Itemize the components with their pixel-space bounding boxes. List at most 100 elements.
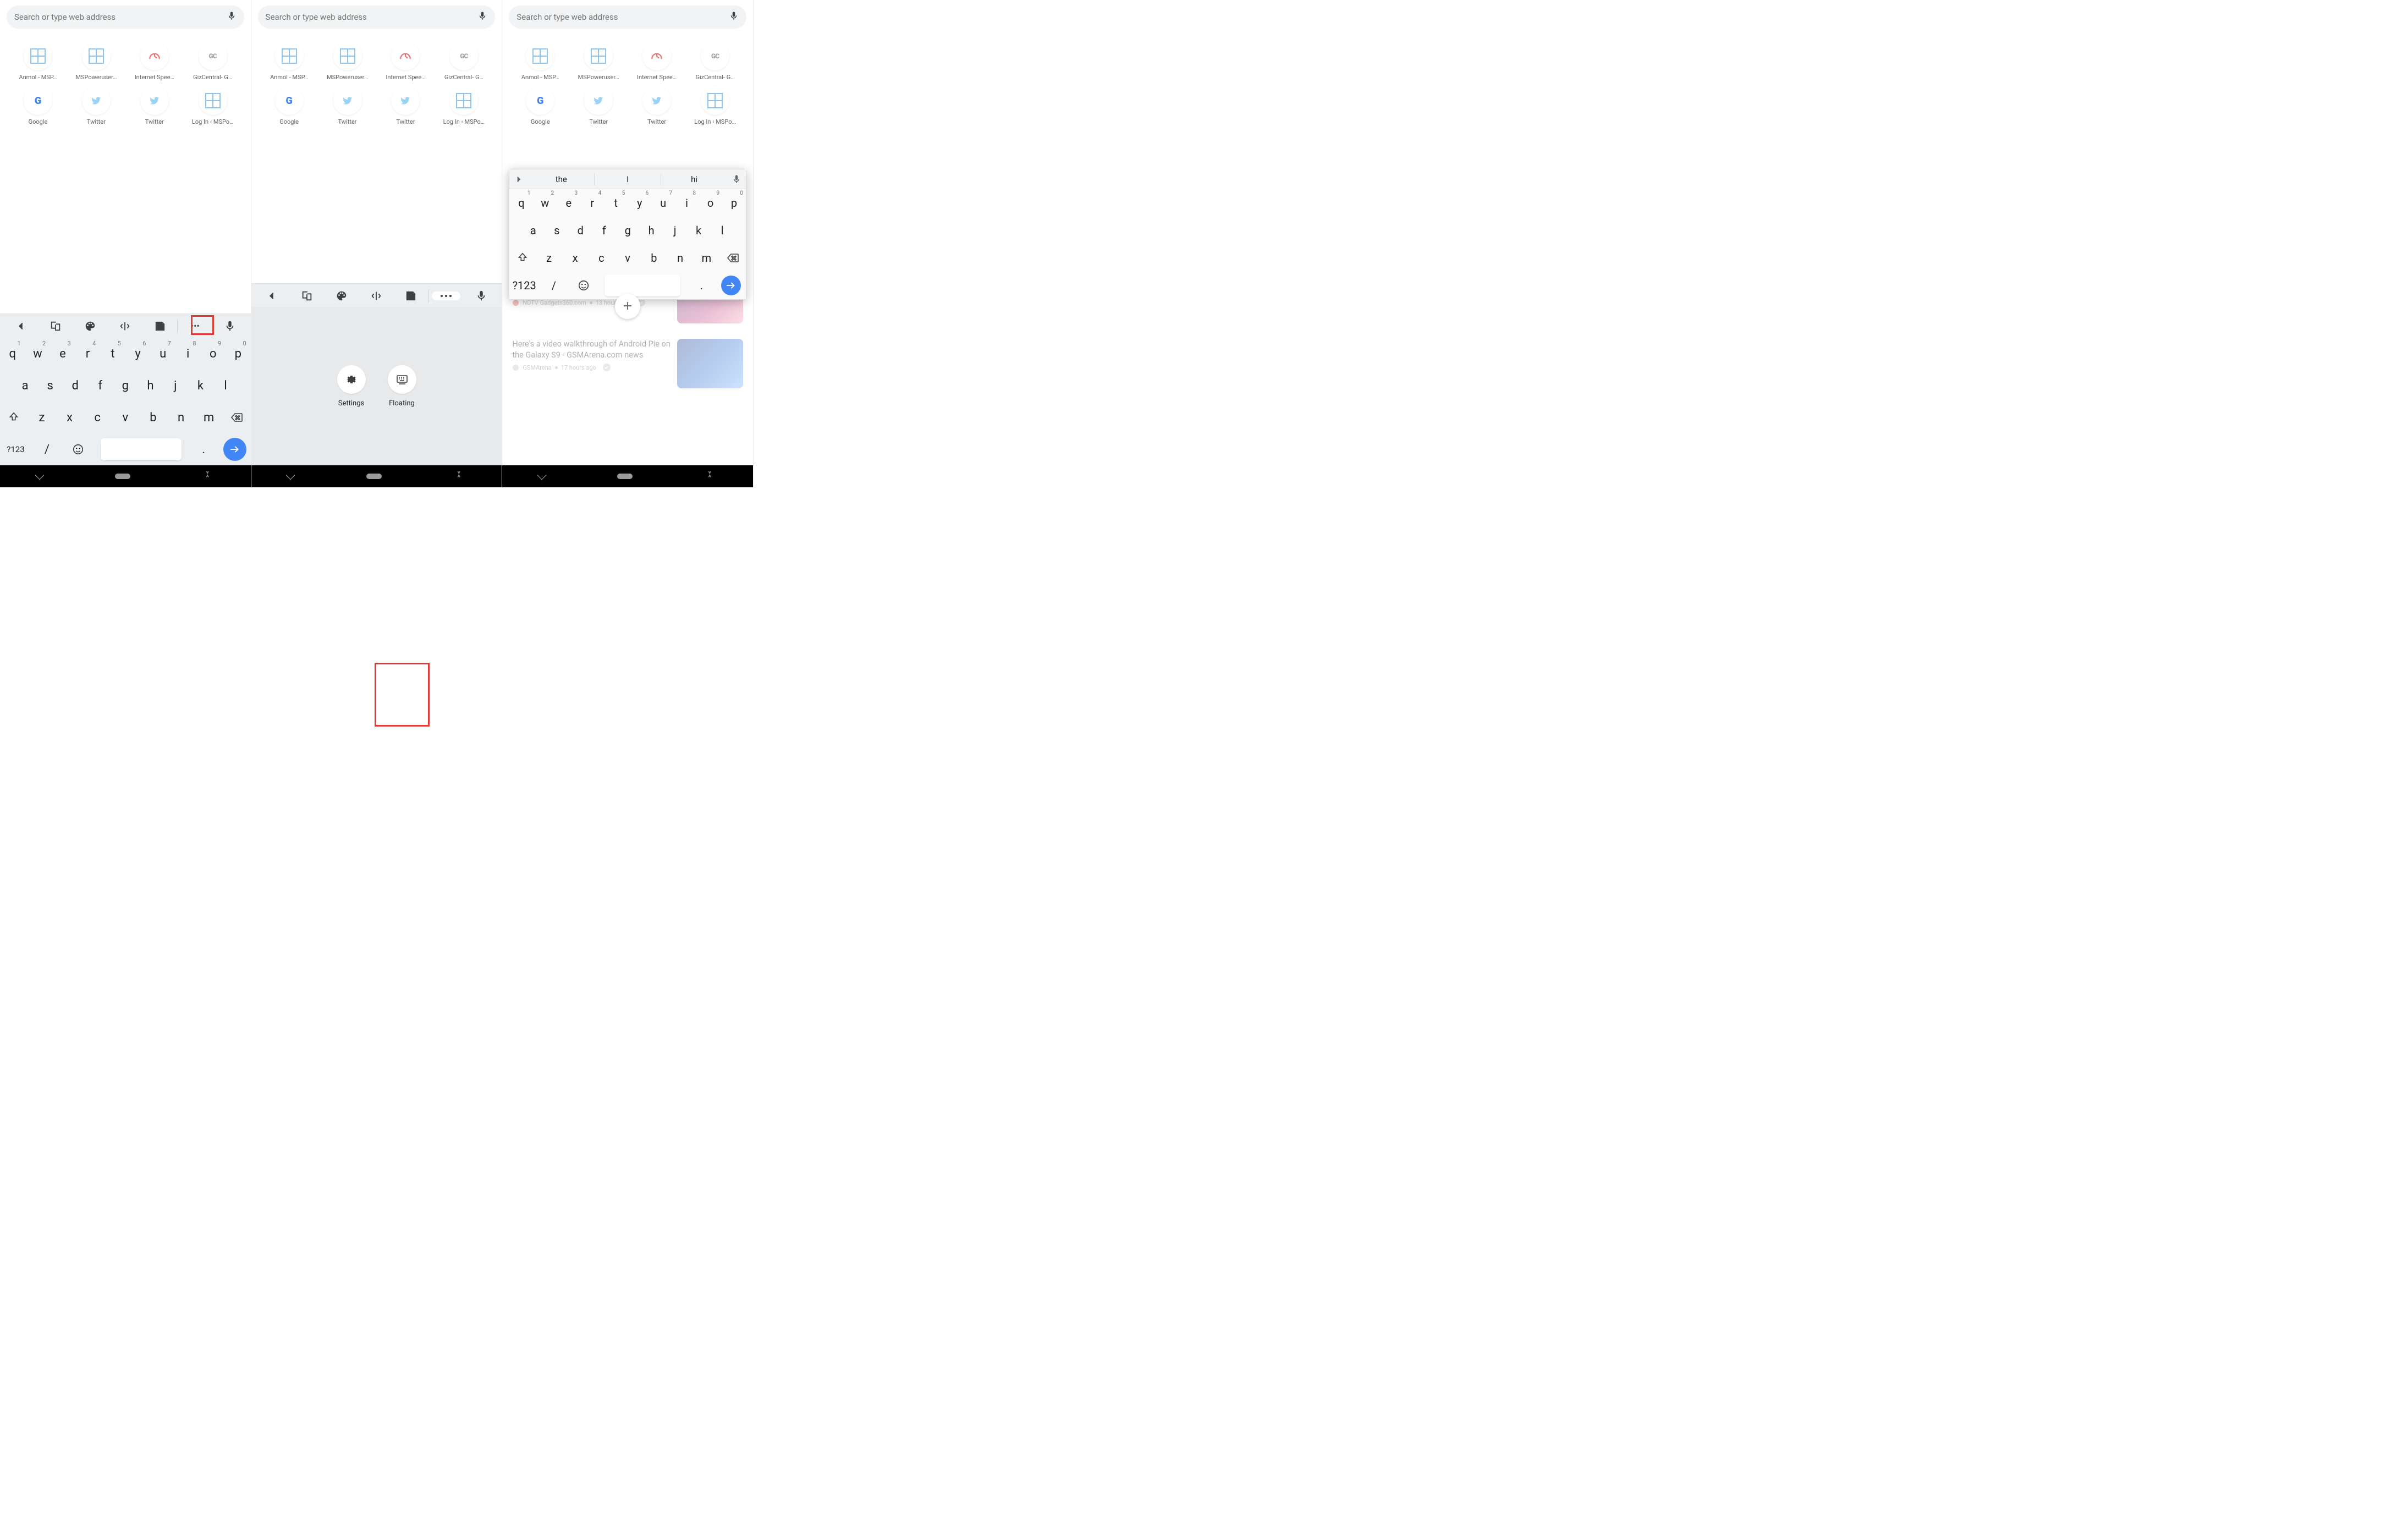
slash-key[interactable]: / [539,272,569,299]
nav-back-icon[interactable] [287,474,294,479]
site-tile[interactable]: Anmol - MSP… [11,42,65,81]
key-y[interactable]: y6 [125,338,151,370]
key-f[interactable]: f [592,217,616,244]
key-m[interactable]: m [195,402,223,433]
site-tile[interactable]: Twitter [571,86,625,125]
key-a[interactable]: a [13,370,38,402]
site-tile[interactable]: Anmol - MSP… [262,42,316,81]
search-bar[interactable] [7,6,244,29]
nav-recent-icon[interactable] [705,469,717,483]
site-tile[interactable]: Internet Spee… [128,42,182,81]
translate-icon[interactable] [38,320,73,332]
nav-home-icon[interactable] [617,474,633,479]
floating-option[interactable]: Floating [388,365,416,408]
text-select-icon[interactable] [108,320,142,332]
nav-recent-icon[interactable] [454,469,466,483]
article-card[interactable]: Here's a video walkthrough of Android Pi… [502,332,753,397]
palette-icon[interactable] [324,290,359,302]
mic-icon[interactable] [727,174,746,184]
key-d[interactable]: d [569,217,592,244]
keyboard[interactable]: q1w2e3r4t5y6u7i8o9p0asdfghjklzxcvbnm?123… [0,338,251,465]
site-tile[interactable]: Anmol - MSP… [513,42,567,81]
site-tile[interactable]: Twitter [379,86,433,125]
move-handle-icon[interactable] [615,294,640,319]
key-q[interactable]: q1 [0,338,25,370]
key-f[interactable]: f [87,370,113,402]
key-e[interactable]: e3 [557,189,580,217]
translate-icon[interactable] [289,290,324,302]
key-y[interactable]: y6 [628,189,651,217]
key-r[interactable]: r4 [75,338,101,370]
key-z[interactable]: z [536,244,562,272]
site-tile[interactable]: Twitter [321,86,375,125]
site-tile[interactable]: GCGizCentral- G… [186,42,240,81]
key-l[interactable]: l [213,370,238,402]
key-b[interactable]: b [139,402,167,433]
key-w[interactable]: w2 [25,338,51,370]
key-s[interactable]: s [545,217,569,244]
site-tile[interactable]: Twitter [128,86,182,125]
site-tile[interactable]: Internet Spee… [379,42,433,81]
search-input[interactable] [14,12,227,22]
suggestion[interactable]: the [528,173,595,185]
key-a[interactable]: a [521,217,545,244]
mic-icon[interactable] [212,320,247,332]
key-j[interactable]: j [163,370,188,402]
key-c[interactable]: c [589,244,615,272]
emoji-key[interactable] [63,433,94,465]
key-v[interactable]: v [112,402,140,433]
sticker-icon[interactable] [394,290,428,302]
key-w[interactable]: w2 [533,189,557,217]
site-tile[interactable]: Twitter [630,86,684,125]
key-p[interactable]: p0 [722,189,746,217]
key-u[interactable]: u7 [651,189,675,217]
key-h[interactable]: h [138,370,163,402]
toolbar-back-icon[interactable] [255,290,289,302]
period-key[interactable]: . [188,433,219,465]
site-tile[interactable]: Internet Spee… [630,42,684,81]
site-tile[interactable]: MSPoweruser… [69,42,123,81]
key-o[interactable]: o9 [201,338,226,370]
search-input[interactable] [266,12,478,22]
settings-option[interactable]: Settings [337,365,366,408]
go-key[interactable] [716,272,746,299]
key-p[interactable]: p0 [226,338,251,370]
sticker-icon[interactable] [142,320,177,332]
key-x[interactable]: x [56,402,84,433]
key-t[interactable]: t5 [604,189,628,217]
go-key[interactable] [219,433,251,465]
expand-icon[interactable] [509,174,528,184]
symbols-key[interactable]: ?123 [0,433,31,465]
key-n[interactable]: n [167,402,195,433]
site-tile[interactable]: Log In ‹ MSPo… [437,86,491,125]
key-r[interactable]: r4 [580,189,604,217]
site-tile[interactable]: GGoogle [11,86,65,125]
site-tile[interactable]: GCGizCentral- G… [688,42,742,81]
search-bar[interactable] [509,6,746,29]
period-key[interactable]: . [687,272,717,299]
more-icon[interactable] [429,292,464,300]
key-t[interactable]: t5 [100,338,125,370]
key-k[interactable]: k [687,217,711,244]
search-input[interactable] [516,12,729,22]
nav-recent-icon[interactable] [202,469,215,483]
site-tile[interactable]: GCGizCentral- G… [437,42,491,81]
key-z[interactable]: z [28,402,56,433]
space-key[interactable] [598,272,686,299]
mic-icon[interactable] [227,11,237,23]
site-tile[interactable]: MSPoweruser… [571,42,625,81]
floating-keyboard[interactable]: the I hi q1w2e3r4t5y6u7i8o9p0asdfghjklzx… [509,169,746,300]
key-e[interactable]: e3 [50,338,75,370]
key-h[interactable]: h [640,217,663,244]
key-b[interactable]: b [641,244,667,272]
key-x[interactable]: x [562,244,589,272]
site-tile[interactable]: Log In ‹ MSPo… [688,86,742,125]
mic-icon[interactable] [464,290,498,302]
key-o[interactable]: o9 [699,189,722,217]
toolbar-back-icon[interactable] [3,320,38,332]
key-j[interactable]: j [663,217,687,244]
key-c[interactable]: c [84,402,112,433]
suggestion[interactable]: hi [661,173,727,185]
shift-key[interactable] [509,244,536,272]
space-key[interactable] [94,433,188,465]
